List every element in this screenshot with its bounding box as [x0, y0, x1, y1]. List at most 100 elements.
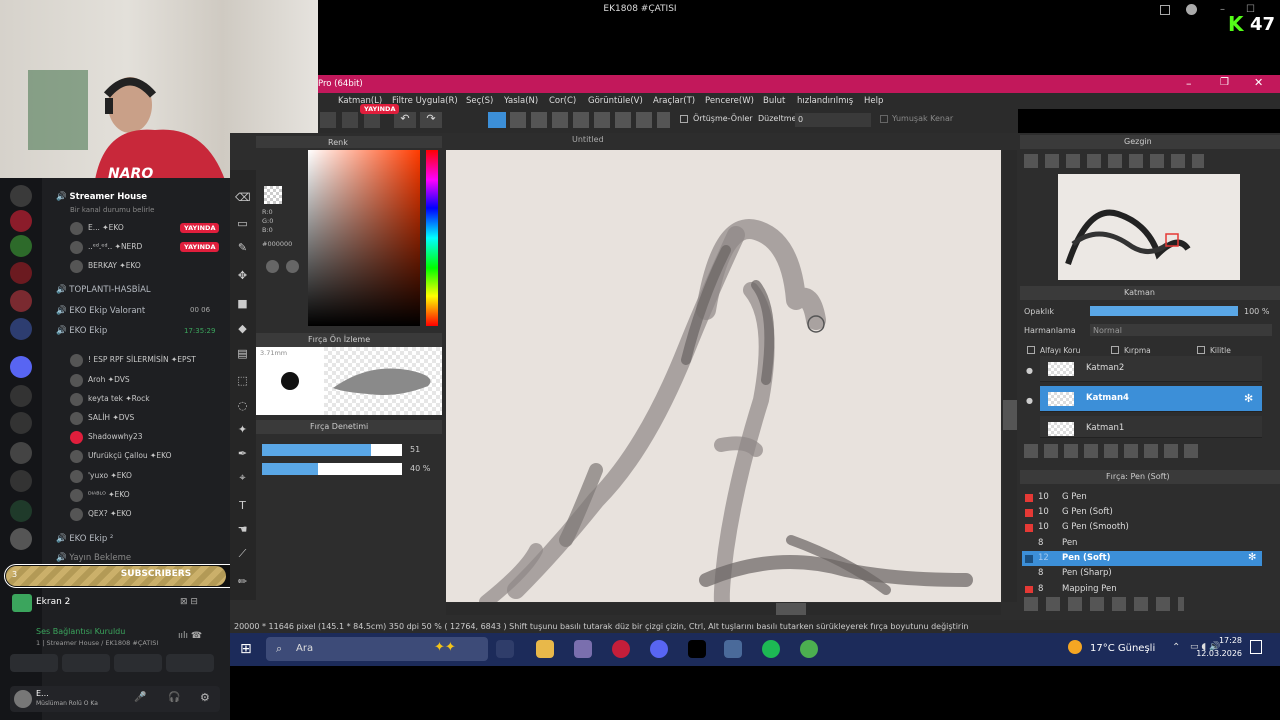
gradient-icon[interactable]: ▤	[235, 346, 250, 361]
spotify-icon[interactable]	[762, 640, 780, 658]
menu-item[interactable]: hızlandırılmış	[797, 96, 853, 106]
toolbar-button[interactable]	[364, 112, 380, 128]
voice-user[interactable]: SALİH ✦DVS	[88, 413, 134, 422]
hand-icon[interactable]: ☚	[235, 522, 250, 537]
screen-icon[interactable]	[1160, 5, 1170, 15]
color-picker-area[interactable]	[308, 150, 420, 326]
pen-icon[interactable]: ✒	[235, 446, 250, 461]
screen-share-controls[interactable]: ⊠ ⊟	[180, 597, 198, 607]
voice-controls[interactable]: ıılı ☎	[178, 631, 202, 641]
minimize-icon[interactable]: –	[1186, 77, 1192, 90]
brush-item[interactable]: 8 Pen	[1022, 536, 1262, 551]
brush-item[interactable]: 10 G Pen (Smooth)	[1022, 520, 1262, 535]
canvas-hscroll[interactable]	[446, 603, 1001, 615]
clock-date[interactable]: 12.03.2026	[1194, 649, 1242, 658]
menu-item[interactable]: Bulut	[763, 96, 785, 106]
undo-icon[interactable]: ↶	[394, 112, 416, 128]
minimize-icon[interactable]: –	[1220, 4, 1225, 15]
server-icon[interactable]	[10, 356, 32, 378]
toolbar-button[interactable]	[342, 112, 358, 128]
brush-item-selected[interactable]: 12 Pen (Soft)	[1022, 551, 1262, 566]
voice-user[interactable]: Aroh ✦DVS	[88, 375, 130, 384]
server-icon[interactable]	[10, 500, 32, 522]
menu-item[interactable]: Help	[864, 96, 883, 106]
brush-item[interactable]: 10 G Pen	[1022, 490, 1262, 505]
app-icon[interactable]	[724, 640, 742, 658]
soft-edge-checkbox[interactable]	[880, 115, 888, 123]
magic-wand-icon[interactable]: ✦	[235, 422, 250, 437]
voice-channel[interactable]: 🔊 EKO Ekip Valorant	[56, 306, 145, 316]
eye-icon[interactable]: ●	[1026, 366, 1033, 375]
eye-icon[interactable]: ●	[1026, 396, 1033, 405]
current-color-swatch[interactable]	[264, 186, 282, 204]
server-icon[interactable]	[10, 210, 32, 232]
notification-icon[interactable]	[1250, 640, 1262, 654]
layer-row-selected[interactable]: Katman4	[1040, 386, 1262, 412]
clipping-checkbox[interactable]	[1111, 346, 1119, 354]
menu-item[interactable]: Seç(S)	[466, 96, 493, 106]
restore-icon[interactable]: ❐	[1220, 77, 1229, 88]
server-icon[interactable]	[10, 442, 32, 464]
server-icon[interactable]	[10, 318, 32, 340]
camera-button[interactable]	[10, 654, 58, 672]
activities-button[interactable]	[114, 654, 162, 672]
voice-user[interactable]: Shadowwhy23	[88, 432, 142, 441]
pencil-icon[interactable]: ✏	[235, 574, 250, 589]
windows-start-icon[interactable]: ⊞	[240, 641, 252, 657]
eyedropper-icon[interactable]: ⌖	[235, 470, 250, 485]
color-wheel-icon[interactable]	[266, 260, 279, 273]
brush-item[interactable]: 8 Mapping Pen	[1022, 582, 1262, 593]
chrome-icon[interactable]	[800, 640, 818, 658]
server-icon[interactable]	[10, 412, 32, 434]
eraser-icon[interactable]: ⌫	[235, 190, 251, 205]
fill-icon[interactable]: ◆	[235, 321, 250, 336]
brush-opacity-slider[interactable]	[262, 463, 402, 475]
server-icon[interactable]	[10, 262, 32, 284]
clock-time[interactable]: 17:28	[1200, 636, 1242, 645]
voice-user[interactable]: Ufurükçü Çallou ✦EKO	[88, 451, 172, 460]
picker-icon[interactable]: ⟋	[235, 546, 250, 561]
brush-size-slider[interactable]	[262, 444, 402, 456]
tray-chevron-icon[interactable]: ⌃	[1172, 642, 1180, 653]
stroke-mode-icon[interactable]	[488, 112, 506, 128]
user-name[interactable]: E...	[36, 689, 49, 698]
menu-item[interactable]: Yasla(N)	[504, 96, 538, 106]
lock-checkbox[interactable]	[1197, 346, 1205, 354]
voice-user[interactable]: ..ᵉᵈ.ᵉᵈ.. ✦NERD	[88, 242, 142, 251]
select-rect-icon[interactable]: ▭	[235, 216, 250, 231]
move-icon[interactable]: ✥	[235, 268, 250, 283]
weather-icon[interactable]	[1068, 640, 1082, 654]
navigator-controls[interactable]	[1024, 154, 1204, 168]
lasso-icon[interactable]: ◌	[235, 398, 250, 413]
server-icon[interactable]	[10, 385, 32, 407]
alpha-lock-checkbox[interactable]	[1027, 346, 1035, 354]
voice-user[interactable]: 'yuxo ✦EKO	[88, 471, 132, 480]
weather-text[interactable]: 17°C Güneşli	[1090, 643, 1155, 654]
voice-channel-streamer-house[interactable]: 🔊 Streamer House	[56, 192, 147, 202]
layer-action-buttons[interactable]	[1024, 444, 1204, 458]
voice-user[interactable]: ᴰᴵᴬᴮᴸᴼ ✦EKO	[88, 490, 130, 499]
brush-action-buttons[interactable]	[1024, 597, 1184, 611]
menu-item[interactable]: Filtre Uygula(R)	[392, 96, 458, 106]
shape-icon[interactable]: ■	[235, 296, 250, 311]
brush-icon[interactable]: ✎	[235, 240, 250, 255]
file-explorer-icon[interactable]	[536, 640, 554, 658]
server-icon[interactable]	[10, 185, 32, 207]
server-icon[interactable]	[10, 470, 32, 492]
tiktok-icon[interactable]	[688, 640, 706, 658]
screen-share-label[interactable]: Ekran 2	[36, 597, 70, 607]
close-icon[interactable]: ✕	[1254, 76, 1263, 89]
headset-icon[interactable]: 🎧	[168, 692, 180, 703]
soundboard-button[interactable]	[166, 654, 214, 672]
voice-user[interactable]: QEX? ✦EKO	[88, 509, 132, 518]
stroke-options[interactable]	[510, 112, 670, 128]
server-icon[interactable]	[10, 528, 32, 550]
gear-icon[interactable]: ⚙	[200, 691, 210, 704]
channel-status[interactable]: Bir kanal durumu belirle	[70, 206, 154, 214]
gear-icon[interactable]: ✻	[1248, 552, 1256, 563]
redo-icon[interactable]: ↷	[420, 112, 442, 128]
voice-user[interactable]: keyta tek ✦Rock	[88, 394, 150, 403]
task-view-icon[interactable]	[496, 640, 514, 658]
app-icon[interactable]	[612, 640, 630, 658]
voice-channel[interactable]: 🔊 EKO Ekip	[56, 326, 107, 336]
